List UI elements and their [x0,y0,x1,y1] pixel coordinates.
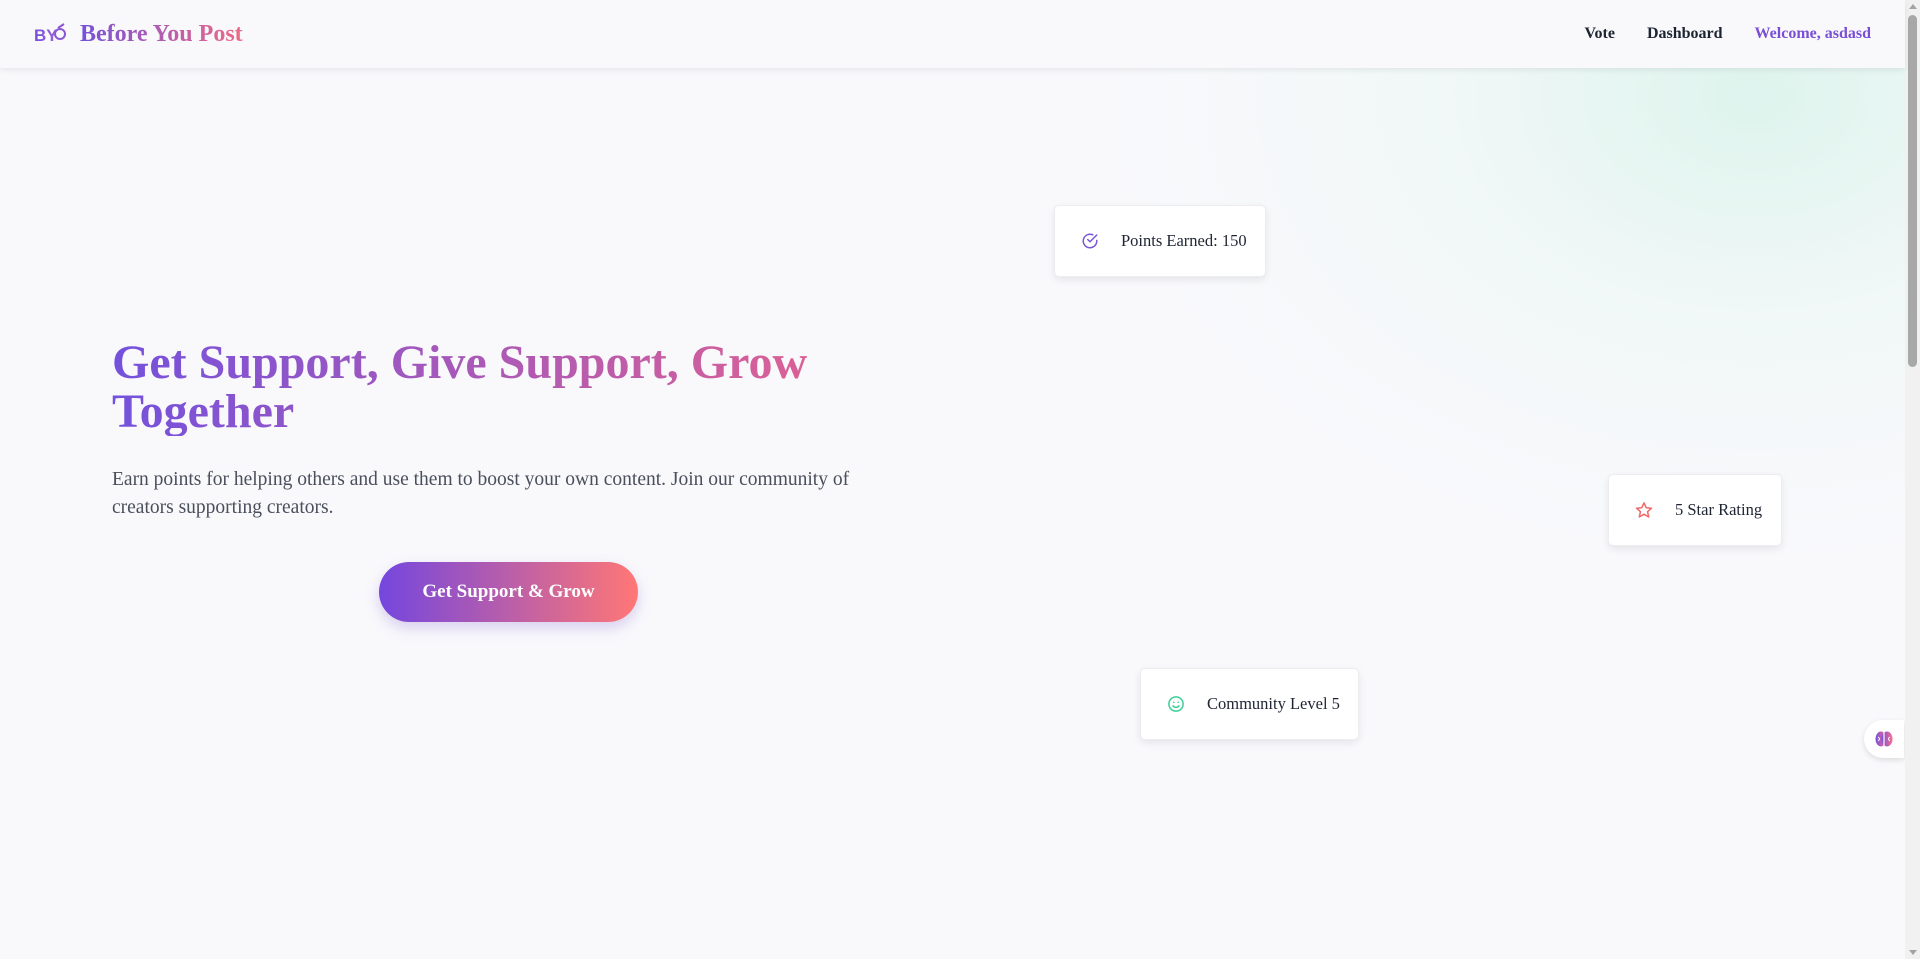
top-navbar: BY Before You Post Vote Dashboard Welcom… [0,0,1905,68]
scroll-up-arrow-icon[interactable] [1909,4,1917,9]
main-nav: Vote Dashboard Welcome, asdasd [1584,25,1871,43]
community-level-label: Community Level 5 [1207,694,1340,713]
community-level-card: Community Level 5 [1140,668,1359,740]
hero-section: Get Support, Give Support, Grow Together… [112,338,912,522]
nav-dashboard-link[interactable]: Dashboard [1647,25,1723,43]
brand-name[interactable]: Before You Post [80,21,243,48]
hero-subtitle: Earn points for helping others and use t… [112,469,850,518]
smile-icon [1168,696,1184,712]
points-earned-card: Points Earned: 150 [1054,205,1266,277]
page-scrollbar[interactable] [1905,0,1920,959]
scroll-down-arrow-icon[interactable] [1909,950,1917,955]
star-icon [1635,502,1653,518]
get-support-button[interactable]: Get Support & Grow [379,562,638,622]
scrollbar-thumb[interactable] [1908,15,1917,367]
nav-vote-link[interactable]: Vote [1584,25,1615,43]
assistant-widget[interactable] [1864,720,1904,758]
points-earned-label: Points Earned: 150 [1121,231,1247,250]
hero-title: Get Support, Give Support, Grow Together [112,338,872,436]
star-rating-card: 5 Star Rating [1608,474,1782,546]
byp-logo-icon: BY [34,23,66,45]
star-rating-label: 5 Star Rating [1675,500,1763,519]
brand-logo[interactable]: BY Before You Post [34,21,243,48]
background-glow [1050,40,1920,600]
brain-icon [1875,731,1893,747]
check-circle-icon [1082,233,1098,249]
nav-welcome-user[interactable]: Welcome, asdasd [1755,25,1871,43]
